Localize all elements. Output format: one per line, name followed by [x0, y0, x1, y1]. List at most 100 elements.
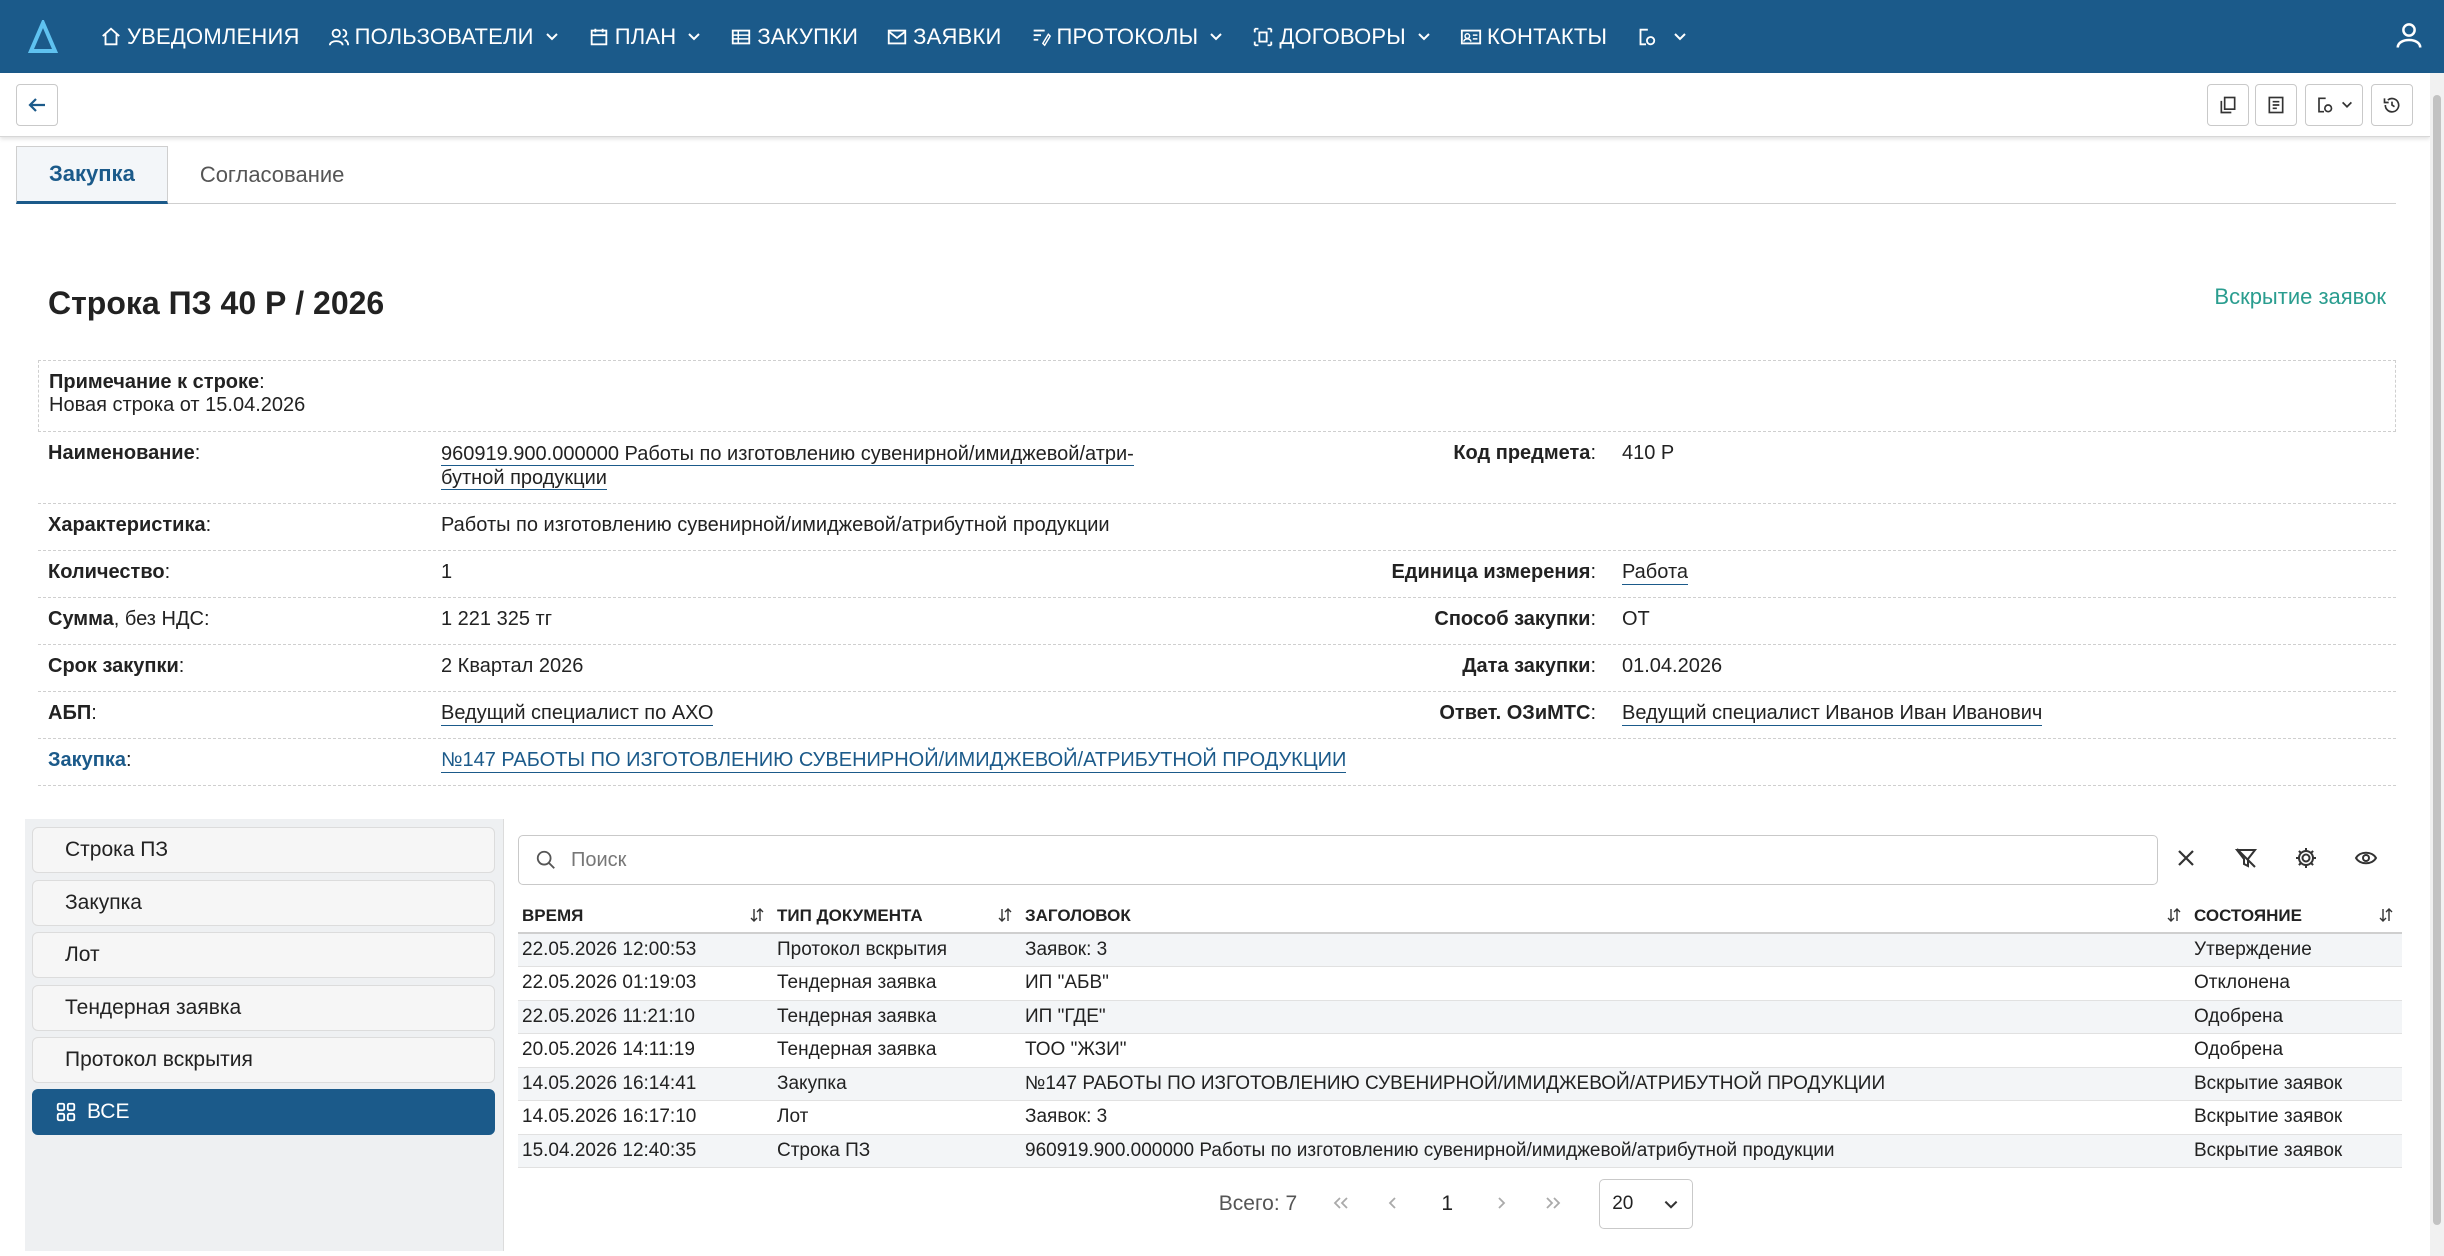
cell-title: 960919.900.000000 Работы по изготовлению… [1021, 1134, 2190, 1168]
nav-protocols[interactable]: ПРОТОКОЛЫ [1016, 0, 1239, 73]
method-value: ОТ [1622, 608, 1650, 630]
sidebar-item-all-label: ВСЕ [87, 1100, 130, 1123]
table-row[interactable]: 22.05.2026 01:19:03 Тендерная заявка ИП "А… [518, 966, 2402, 1001]
chevron-down-icon [688, 32, 701, 40]
cell-time: 22.05.2026 12:00:53 [518, 933, 773, 967]
term-label: Срок закупки [48, 655, 179, 677]
copy-icon [2220, 96, 2236, 114]
table-row[interactable]: 22.05.2026 12:00:53 Протокол вскрытия Заяв… [518, 933, 2402, 967]
sidebar-item-opening-protocol[interactable]: Протокол вскрытия [32, 1037, 495, 1083]
gear-icon[interactable] [2294, 846, 2318, 870]
tab-purchase[interactable]: Закупка [16, 146, 168, 204]
cell-title: Заявок: 3 [1021, 933, 2190, 967]
name-value-line2[interactable]: бутной продукции [441, 467, 607, 490]
cell-doc-type: Лот [773, 1100, 1021, 1135]
copy-button[interactable] [2207, 84, 2249, 126]
responsible-label: Ответ. ОЗиМТС [1439, 702, 1591, 724]
term-value: 2 Квартал 2026 [441, 655, 584, 677]
eye-icon[interactable] [2354, 846, 2378, 870]
table-row[interactable]: 20.05.2026 14:11:19 Тендерная заявка ТОО "… [518, 1033, 2402, 1068]
vertical-scrollbar[interactable] [2430, 73, 2444, 1256]
cell-doc-type: Тендерная заявка [773, 966, 1021, 1001]
unit-value[interactable]: Работа [1622, 561, 1688, 585]
history-button[interactable] [2371, 84, 2413, 126]
detail-row-name: Наименование: 960919.900.000000 Работы п… [38, 432, 2396, 504]
name-label: Наименование [48, 442, 195, 464]
responsible-value[interactable]: Ведущий специалист Иванов Иван Иванович [1622, 702, 2043, 726]
search-box[interactable] [518, 835, 2158, 885]
name-value-line1[interactable]: 960919.900.000000 Работы по изготовлению… [441, 443, 1134, 466]
chevron-left-icon [1388, 1197, 1396, 1209]
page-title: Строка ПЗ 40 Р / 2026 [48, 285, 385, 321]
prev-page-button[interactable] [1367, 1191, 1419, 1217]
cell-doc-type: Протокол вскрытия [773, 933, 1021, 967]
purchase-link[interactable]: №147 РАБОТЫ ПО ИЗГОТОВЛЕНИЮ СУВЕНИРНОЙ/И… [441, 749, 1347, 773]
user-menu[interactable] [2394, 20, 2424, 55]
documents-table: ВРЕМЯ ТИП ДОКУМЕНТА ЗАГОЛОВОК СОСТОЯНИЕ … [518, 899, 2402, 1168]
column-header-status[interactable]: СОСТОЯНИЕ [2190, 899, 2402, 934]
document-type-sidebar: Строка ПЗ Закупка Лот Тендерная заявка П… [25, 819, 503, 1251]
characteristic-label: Характеристика [48, 514, 206, 536]
app-logo[interactable] [0, 0, 86, 73]
sort-icon[interactable] [2166, 907, 2182, 923]
characteristic-value: Работы по изготовлению сувенирной/имидже… [441, 514, 1110, 536]
document-status-dropdown[interactable] [2305, 84, 2363, 126]
column-header-time[interactable]: ВРЕМЯ [518, 899, 773, 934]
nav-contracts-label: ДОГОВОРЫ [1279, 23, 1406, 49]
toolbar [0, 73, 2430, 137]
sidebar-item-purchase[interactable]: Закупка [32, 880, 495, 926]
back-button[interactable] [16, 84, 58, 126]
sort-icon[interactable] [997, 907, 1013, 923]
document-button[interactable] [2255, 84, 2297, 126]
page-size-select[interactable]: 20 [1599, 1179, 1694, 1229]
status-link[interactable]: Вскрытие заявок [2214, 284, 2386, 310]
nav-users[interactable]: ПОЛЬЗОВАТЕЛИ [314, 0, 574, 73]
table-row[interactable]: 14.05.2026 16:14:41 Закупка №147 РАБОТЫ ПО… [518, 1067, 2402, 1101]
cell-title: ТОО "ЖЗИ" [1021, 1033, 2190, 1068]
nav-protocols-label: ПРОТОКОЛЫ [1056, 23, 1199, 49]
chevron-down-icon [1418, 32, 1430, 40]
sort-icon[interactable] [749, 907, 765, 923]
column-header-doc-type[interactable]: ТИП ДОКУМЕНТА [773, 899, 1021, 934]
column-header-title[interactable]: ЗАГОЛОВОК [1021, 899, 2190, 934]
method-label: Способ закупки [1434, 608, 1591, 630]
next-page-button[interactable] [1475, 1191, 1527, 1217]
filter-off-icon[interactable] [2234, 846, 2258, 870]
cell-time: 22.05.2026 11:21:10 [518, 1000, 773, 1034]
sidebar-item-lot[interactable]: Лот [32, 932, 495, 978]
nav-contracts[interactable]: ДОГОВОРЫ [1238, 0, 1446, 73]
cell-status: Отклонена [2190, 966, 2402, 1001]
nav-contacts[interactable]: КОНТАКТЫ [1446, 0, 1621, 73]
first-page-button[interactable] [1315, 1191, 1367, 1217]
cell-doc-type: Тендерная заявка [773, 1000, 1021, 1034]
documents-list: ВРЕМЯ ТИП ДОКУМЕНТА ЗАГОЛОВОК СОСТОЯНИЕ … [503, 819, 2407, 1251]
last-page-button[interactable] [1527, 1191, 1579, 1217]
sidebar-item-plan-row[interactable]: Строка ПЗ [32, 827, 495, 873]
nav-requests[interactable]: ЗАЯВКИ [872, 0, 1015, 73]
tab-approval[interactable]: Согласование [168, 146, 377, 204]
tab-bar: Закупка Согласование [16, 146, 2396, 204]
nav-purchases[interactable]: ЗАКУПКИ [716, 0, 872, 73]
scrollbar-thumb[interactable] [2433, 95, 2441, 1225]
sidebar-item-all[interactable]: ВСЕ [32, 1089, 495, 1135]
cell-status: Утверждение [2190, 933, 2402, 967]
table-header-row: ВРЕМЯ ТИП ДОКУМЕНТА ЗАГОЛОВОК СОСТОЯНИЕ [518, 899, 2402, 934]
clear-icon[interactable] [2174, 846, 2198, 870]
cell-time: 20.05.2026 14:11:19 [518, 1033, 773, 1068]
nav-notifications[interactable]: УВЕДОМЛЕНИЯ [86, 0, 314, 73]
sidebar-item-tender-bid[interactable]: Тендерная заявка [32, 985, 495, 1031]
sort-icon[interactable] [2378, 907, 2394, 923]
nav-notifications-label: УВЕДОМЛЕНИЯ [127, 23, 300, 49]
chevron-down-icon [2342, 101, 2352, 108]
nav-plan[interactable]: ПЛАН [574, 0, 717, 73]
nav-more-menu[interactable] [1621, 0, 1702, 73]
table-row[interactable]: 15.04.2026 12:40:35 Строка ПЗ 960919.900.0… [518, 1134, 2402, 1168]
cell-status: Вскрытие заявок [2190, 1067, 2402, 1101]
history-icon [2383, 97, 2400, 113]
current-page[interactable]: 1 [1419, 1192, 1475, 1216]
document-settings-icon [1639, 28, 1656, 45]
search-input[interactable] [571, 848, 2071, 872]
abp-value[interactable]: Ведущий специалист по АХО [441, 702, 714, 726]
table-row[interactable]: 22.05.2026 11:21:10 Тендерная заявка ИП "Г… [518, 1000, 2402, 1034]
table-row[interactable]: 14.05.2026 16:17:10 Лот Заявок: 3 Вскрытие … [518, 1100, 2402, 1135]
